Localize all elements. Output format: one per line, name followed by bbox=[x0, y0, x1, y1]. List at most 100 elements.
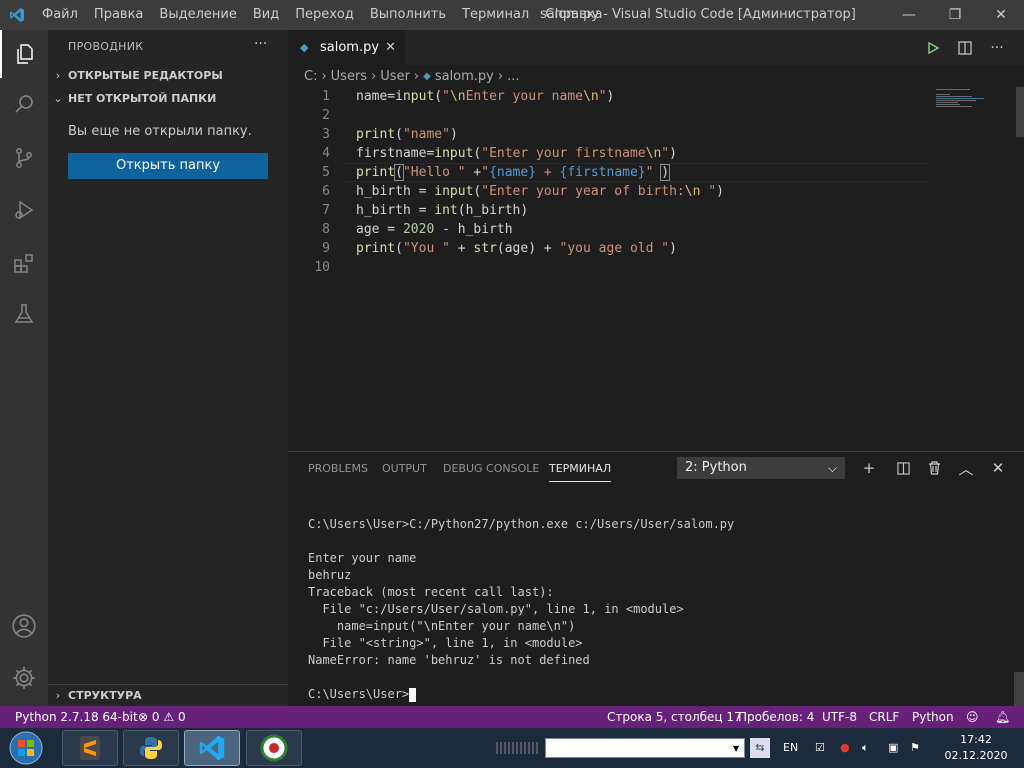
network-icon[interactable]: ▣ bbox=[888, 728, 898, 768]
more-actions-icon[interactable]: ··· bbox=[254, 36, 267, 52]
menu-selection[interactable]: Выделение bbox=[151, 0, 244, 30]
status-bar: Python 2.7.18 64-bit ⊗ 0 ⚠ 0 Строка 5, с… bbox=[0, 706, 1024, 728]
menu-file[interactable]: Файл bbox=[34, 0, 86, 30]
menu-edit[interactable]: Правка bbox=[86, 0, 151, 30]
accounts-icon[interactable] bbox=[0, 602, 48, 650]
encoding[interactable]: UTF-8 bbox=[822, 706, 857, 728]
code-token: print bbox=[356, 127, 396, 142]
language-mode[interactable]: Python bbox=[912, 706, 954, 728]
new-terminal-icon[interactable]: + bbox=[857, 457, 881, 479]
split-terminal-icon[interactable] bbox=[891, 457, 915, 479]
windows-taskbar: ▼ ⇆ EN ☑ ● 🔈︎ ▣ ⚑ 17:42 02.12.2020 bbox=[0, 728, 1024, 768]
search-icon[interactable] bbox=[0, 80, 48, 128]
editor-scrollbar[interactable] bbox=[1016, 87, 1024, 137]
terminal-prompt: C:\Users\User> bbox=[308, 687, 410, 701]
warning-count: 0 bbox=[177, 710, 186, 724]
code-token: print bbox=[356, 165, 396, 180]
menu-view[interactable]: Вид bbox=[245, 0, 287, 30]
terminal-line: C:\Users\User>C:/Python27/python.exe c:/… bbox=[308, 517, 735, 531]
breadcrumb-file[interactable]: salom.py bbox=[435, 69, 494, 84]
editor-more-icon[interactable]: ··· bbox=[982, 30, 1012, 65]
split-editor-icon[interactable] bbox=[950, 30, 980, 65]
code-token: str bbox=[473, 241, 497, 256]
minimize-button[interactable]: — bbox=[886, 0, 932, 30]
run-file-icon[interactable] bbox=[918, 30, 948, 65]
code-editor[interactable]: 1 2 3 4 5 6 7 8 9 10 name=input("\nEnter… bbox=[288, 87, 1024, 451]
source-control-icon[interactable] bbox=[0, 134, 48, 182]
breadcrumb-separator-icon: › bbox=[413, 68, 420, 84]
tab-salom-py[interactable]: ◆ salom.py ✕ bbox=[288, 30, 406, 65]
code-token: input bbox=[434, 184, 474, 199]
menu-terminal[interactable]: Терминал bbox=[454, 0, 537, 30]
sidebar-title: ПРОВОДНИК bbox=[68, 40, 144, 53]
app-taskbar-icon[interactable] bbox=[246, 730, 302, 766]
system-clock[interactable]: 17:42 02.12.2020 bbox=[936, 732, 1016, 764]
line-ending[interactable]: CRLF bbox=[869, 706, 899, 728]
terminal-select[interactable]: 2: Python ⌵ bbox=[677, 457, 845, 479]
tab-debug-console[interactable]: DEBUG CONSOLE bbox=[443, 462, 539, 475]
settings-gear-icon[interactable] bbox=[0, 654, 48, 702]
open-folder-button[interactable]: Открыть папку bbox=[68, 153, 268, 179]
tab-terminal[interactable]: ТЕРМИНАЛ bbox=[549, 462, 612, 482]
terminal-line: File "c:/Users/User/salom.py", line 1, i… bbox=[308, 602, 684, 616]
tab-output[interactable]: OUTPUT bbox=[382, 462, 427, 475]
breadcrumb-separator-icon: › bbox=[497, 68, 504, 84]
feedback-icon[interactable]: ☺ bbox=[966, 706, 979, 728]
python-interpreter[interactable]: Python 2.7.18 64-bit bbox=[15, 706, 138, 728]
close-panel-icon[interactable]: ✕ bbox=[986, 457, 1010, 479]
breadcrumb-separator-icon: › bbox=[321, 68, 327, 84]
maximize-panel-icon[interactable]: ︿ bbox=[954, 457, 978, 479]
menu-go[interactable]: Переход bbox=[287, 0, 362, 30]
chevron-down-icon: ⌄ bbox=[53, 92, 63, 105]
chevron-down-icon[interactable]: ▼ bbox=[733, 744, 739, 753]
code-token: "you age old " bbox=[559, 241, 670, 256]
sublime-text-taskbar-icon[interactable] bbox=[62, 730, 118, 766]
editor-tab-bar: ◆ salom.py ✕ ··· bbox=[288, 30, 1024, 65]
code-line-8: age = 2020 - h_birth bbox=[356, 222, 513, 237]
maximize-button[interactable]: ❐ bbox=[932, 0, 978, 30]
run-debug-icon[interactable] bbox=[0, 186, 48, 234]
toolbar-grip bbox=[496, 742, 540, 754]
menu-run[interactable]: Выполнить bbox=[362, 0, 454, 30]
explorer-icon[interactable] bbox=[0, 30, 48, 78]
terminal-prompt-line[interactable]: C:\Users\User> bbox=[308, 686, 417, 703]
breadcrumb-users[interactable]: Users bbox=[331, 69, 367, 84]
breadcrumb-drive[interactable]: C: bbox=[304, 69, 317, 84]
tray-alert-icon[interactable]: ● bbox=[840, 728, 850, 768]
window-title: salom.py - Visual Studio Code [Администр… bbox=[540, 7, 856, 22]
minimap[interactable] bbox=[936, 87, 1016, 137]
python-taskbar-icon[interactable] bbox=[123, 730, 179, 766]
no-folder-section[interactable]: ⌄ НЕТ ОТКРЫТОЙ ПАПКИ bbox=[48, 88, 288, 110]
structure-section[interactable]: › СТРУКТУРА bbox=[48, 684, 288, 706]
extensions-icon[interactable] bbox=[0, 240, 48, 288]
go-arrow-icon[interactable]: ⇆ bbox=[750, 738, 770, 758]
testing-icon[interactable] bbox=[0, 290, 48, 338]
line-number: 5 bbox=[322, 165, 330, 180]
terminal-scrollbar[interactable] bbox=[1014, 672, 1024, 706]
language-indicator[interactable]: EN bbox=[783, 728, 798, 768]
vscode-logo-icon bbox=[0, 0, 34, 30]
code-token: input bbox=[434, 146, 474, 161]
tab-problems[interactable]: PROBLEMS bbox=[308, 462, 368, 475]
activity-bar bbox=[0, 30, 48, 706]
tray-check-icon[interactable]: ☑ bbox=[815, 728, 825, 768]
open-editors-section[interactable]: › ОТКРЫТЫЕ РЕДАКТОРЫ bbox=[48, 65, 288, 87]
start-button-icon[interactable] bbox=[6, 730, 46, 766]
problems-indicator[interactable]: ⊗ 0 ⚠ 0 bbox=[138, 706, 186, 728]
close-tab-icon[interactable]: ✕ bbox=[385, 40, 396, 55]
close-window-button[interactable]: ✕ bbox=[978, 0, 1024, 30]
trash-icon[interactable] bbox=[922, 457, 946, 479]
line-number: 9 bbox=[322, 241, 330, 256]
code-token: "Enter your year of birth:\n " bbox=[481, 184, 717, 199]
breadcrumb-user[interactable]: User bbox=[380, 69, 410, 84]
open-editors-label: ОТКРЫТЫЕ РЕДАКТОРЫ bbox=[68, 69, 223, 82]
code-token: name= bbox=[356, 89, 396, 104]
address-input[interactable] bbox=[545, 738, 745, 758]
tray-flag-icon[interactable]: ⚑ bbox=[910, 728, 920, 768]
indentation[interactable]: Пробелов: 4 bbox=[738, 706, 814, 728]
volume-icon[interactable]: 🔈︎ bbox=[862, 728, 869, 768]
vscode-taskbar-icon[interactable] bbox=[184, 730, 240, 766]
notifications-bell-icon[interactable]: 🔔︎ bbox=[995, 706, 1010, 728]
cursor-position[interactable]: Строка 5, столбец 17 bbox=[607, 706, 742, 728]
breadcrumb-symbols[interactable]: ... bbox=[507, 69, 519, 84]
